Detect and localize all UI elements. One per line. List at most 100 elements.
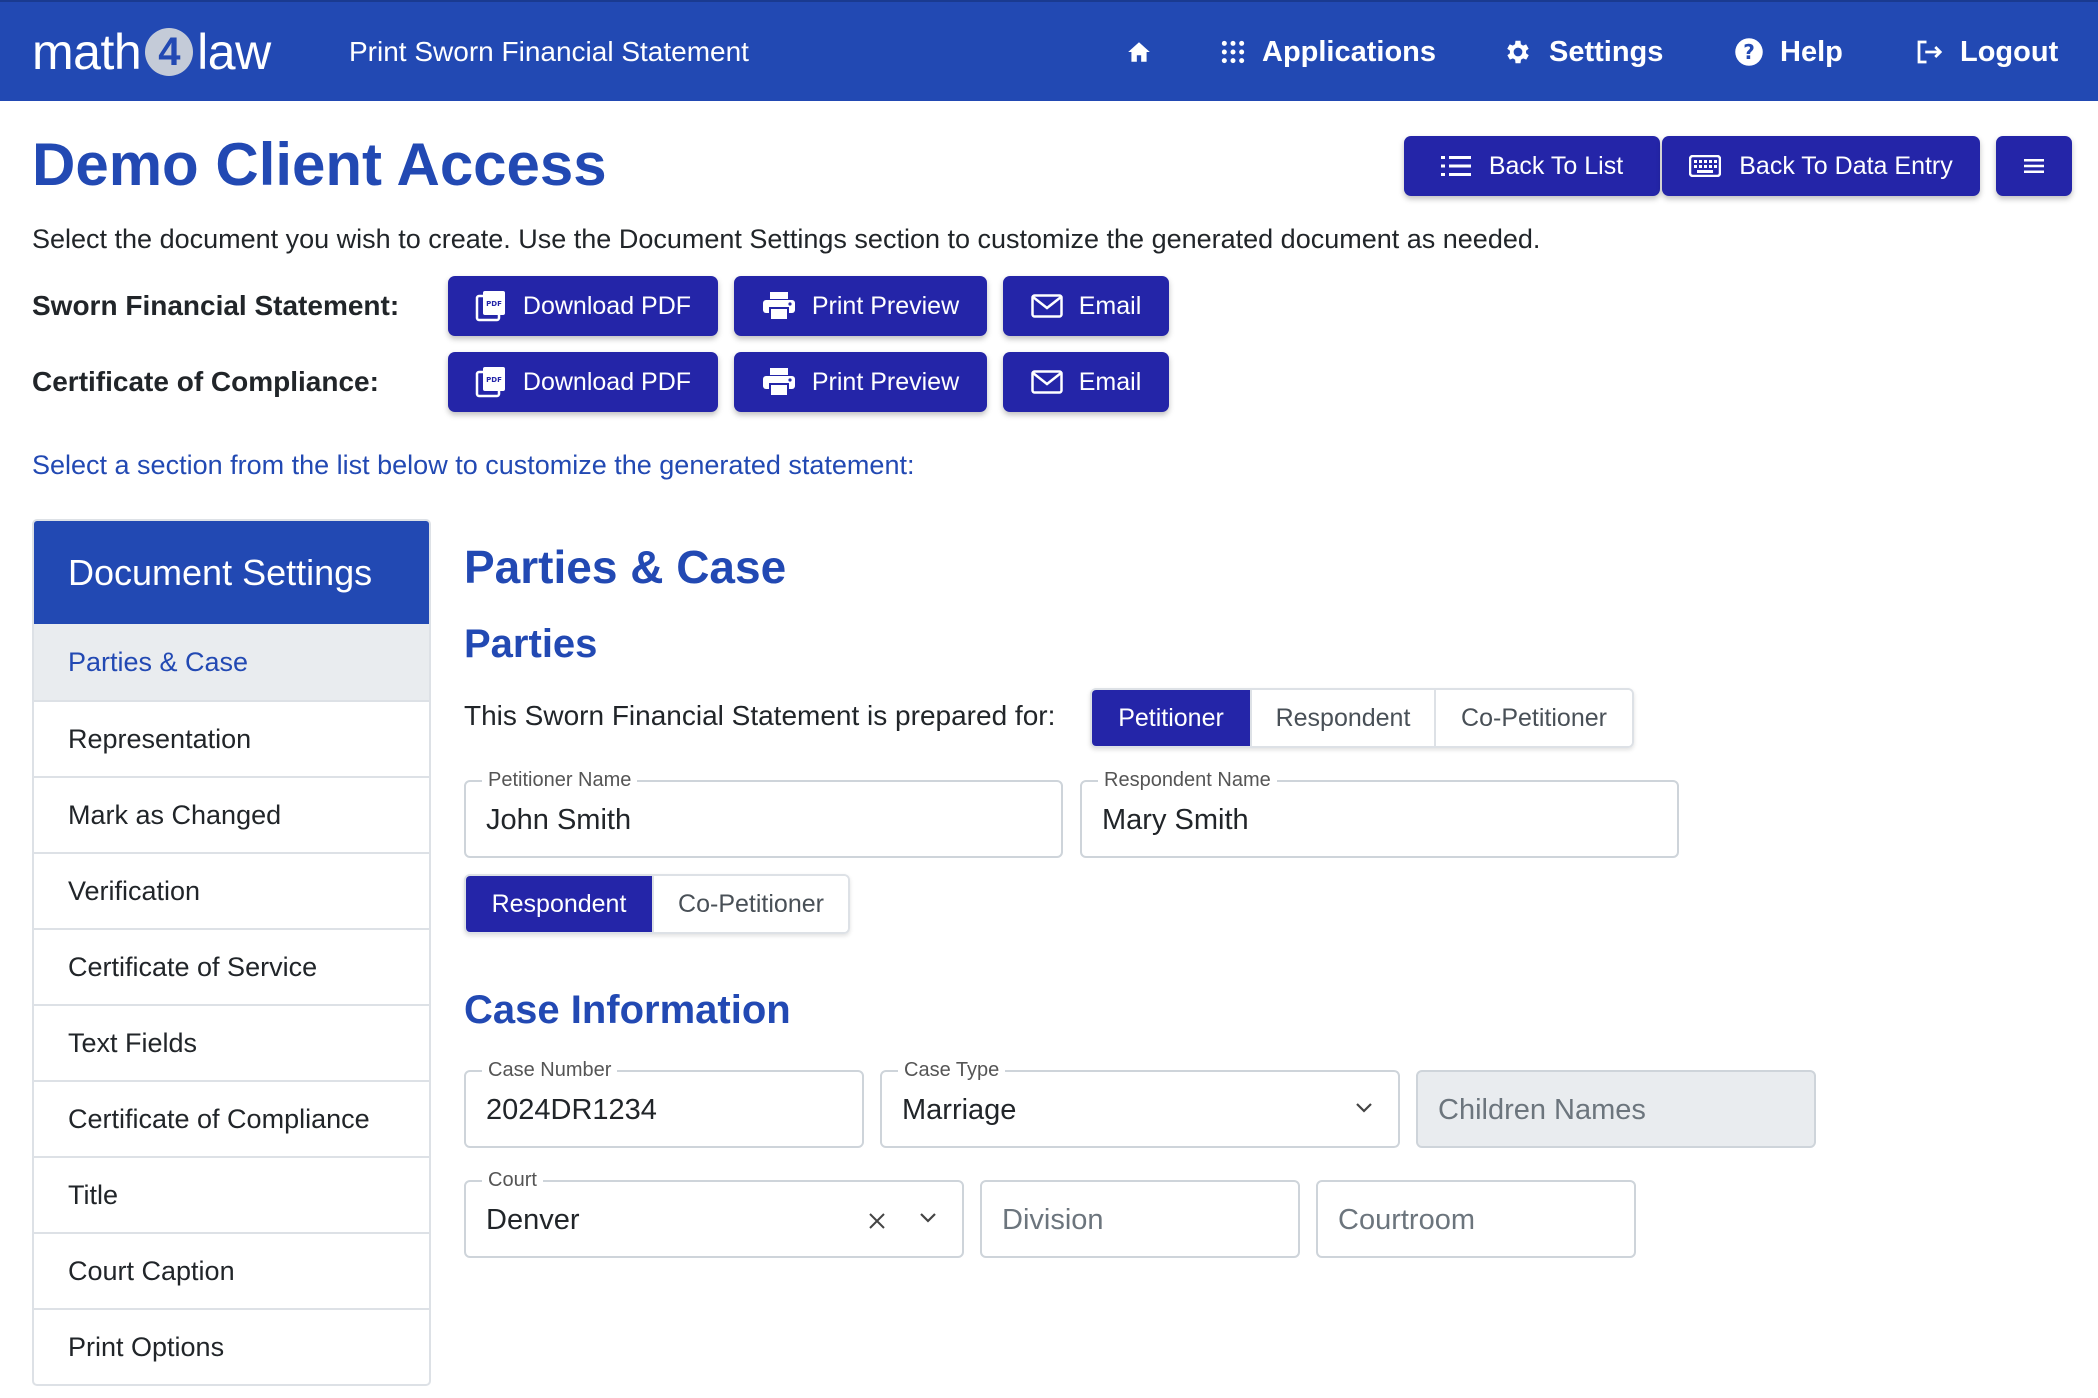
prepared-for-respondent[interactable]: Respondent (1250, 690, 1434, 746)
courtroom-placeholder: Courtroom (1338, 1204, 1475, 1236)
pdf-icon: PDF (475, 291, 505, 322)
section-hint-text: Select a section from the list below to … (32, 450, 915, 480)
sfs-print-preview-button[interactable]: Print Preview (734, 276, 987, 336)
list-icon (1440, 156, 1471, 176)
back-to-data-entry-label: Back To Data Entry (1739, 151, 1953, 180)
respondent-name-value: Mary Smith (1102, 804, 1249, 836)
courtroom-input[interactable]: Courtroom (1316, 1180, 1636, 1258)
prepared-for-petitioner[interactable]: Petitioner (1092, 690, 1250, 746)
logout-icon (1917, 40, 1943, 64)
help-icon: ? (1735, 38, 1763, 66)
petitioner-name-label: Petitioner Name (482, 769, 638, 792)
sidebar-item-verification[interactable]: Verification (34, 852, 429, 928)
case-type-select[interactable]: Case Type Marriage (880, 1059, 1400, 1148)
sworn-financial-statement-label: Sworn Financial Statement: (32, 290, 400, 321)
sidebar-item-representation[interactable]: Representation (34, 700, 429, 776)
printer-icon (762, 368, 795, 397)
back-to-data-entry-button[interactable]: Back To Data Entry (1662, 136, 1980, 196)
nav-logout-label: Logout (1960, 35, 2059, 68)
menu-button[interactable] (1996, 136, 2072, 196)
svg-text:PDF: PDF (486, 376, 502, 384)
sidebar-item-parties-case[interactable]: Parties & Case (34, 624, 429, 700)
logo[interactable]: math 4 law (32, 24, 271, 80)
case-number-value: 2024DR1234 (486, 1094, 657, 1126)
nav-applications[interactable]: Applications (1220, 30, 1436, 74)
children-names-field[interactable]: Children Names (1416, 1070, 1816, 1148)
coc-download-pdf-label: Download PDF (522, 367, 692, 396)
certificate-of-compliance-label: Certificate of Compliance: (32, 366, 379, 397)
other-party-co-petitioner[interactable]: Co-Petitioner (652, 876, 848, 932)
sfs-email-button[interactable]: Email (1003, 276, 1169, 336)
envelope-icon (1030, 294, 1063, 318)
case-number-label: Case Number (482, 1059, 618, 1082)
nav-page-title: Print Sworn Financial Statement (349, 36, 749, 67)
keyboard-icon (1689, 155, 1722, 177)
court-label: Court (482, 1169, 543, 1192)
coc-email-button[interactable]: Email (1003, 352, 1169, 412)
nav-help-label: Help (1780, 35, 1843, 68)
logo-text-law: law (197, 24, 271, 80)
case-type-value: Marriage (902, 1094, 1017, 1126)
logo-four-badge: 4 (145, 28, 194, 76)
pdf-icon: PDF (475, 367, 505, 398)
nav-home[interactable] (1126, 30, 1168, 74)
sidebar-item-certificate-of-compliance[interactable]: Certificate of Compliance (34, 1080, 429, 1156)
sidebar-item-print-options[interactable]: Print Options (34, 1308, 429, 1384)
hamburger-icon (2024, 159, 2044, 173)
nav-logout[interactable]: Logout (1914, 30, 2058, 74)
page-title: Demo Client Access (32, 131, 607, 198)
case-type-label: Case Type (898, 1059, 1006, 1082)
petitioner-name-field[interactable]: Petitioner Name John Smith (464, 769, 1063, 858)
back-to-list-label: Back To List (1488, 151, 1624, 180)
coc-print-preview-button[interactable]: Print Preview (734, 352, 987, 412)
sfs-print-preview-label: Print Preview (811, 291, 960, 320)
prepared-for-label: This Sworn Financial Statement is prepar… (464, 700, 1056, 731)
children-names-placeholder: Children Names (1438, 1094, 1646, 1126)
coc-print-preview-label: Print Preview (811, 367, 960, 396)
home-icon (1128, 42, 1150, 62)
sidebar-item-court-caption[interactable]: Court Caption (34, 1232, 429, 1308)
sfs-email-label: Email (1078, 291, 1142, 320)
envelope-icon (1030, 370, 1063, 394)
petitioner-name-value: John Smith (486, 804, 632, 836)
division-input[interactable]: Division (980, 1180, 1300, 1258)
intro-text: Select the document you wish to create. … (32, 224, 1541, 254)
respondent-name-field[interactable]: Respondent Name Mary Smith (1080, 769, 1679, 858)
chevron-down-icon (920, 1213, 936, 1223)
svg-text:PDF: PDF (486, 300, 502, 308)
chevron-down-icon (1356, 1103, 1372, 1113)
gear-icon (1507, 40, 1529, 64)
parties-heading: Parties (464, 622, 598, 666)
svg-text:?: ? (1743, 40, 1755, 64)
sidebar-item-mark-as-changed[interactable]: Mark as Changed (34, 776, 429, 852)
document-settings-sidebar: Document Settings Parties & Case Represe… (32, 519, 431, 1386)
nav-applications-label: Applications (1262, 35, 1437, 68)
respondent-name-label: Respondent Name (1098, 769, 1277, 792)
sidebar-title: Document Settings (34, 521, 429, 624)
sidebar-item-certificate-of-service[interactable]: Certificate of Service (34, 928, 429, 1004)
top-navbar: math 4 law Print Sworn Financial Stateme… (0, 0, 2098, 101)
logo-text-math: math (32, 24, 142, 80)
prepared-for-co-petitioner[interactable]: Co-Petitioner (1434, 690, 1632, 746)
court-value: Denver (486, 1204, 580, 1236)
other-party-toggle: Respondent Co-Petitioner (464, 874, 850, 934)
back-to-list-button[interactable]: Back To List (1404, 136, 1660, 196)
prepared-for-toggle: Petitioner Respondent Co-Petitioner (1090, 688, 1634, 748)
sfs-download-pdf-button[interactable]: PDF Download PDF (448, 276, 718, 336)
case-number-field[interactable]: Case Number 2024DR1234 (464, 1059, 864, 1148)
sidebar-item-title[interactable]: Title (34, 1156, 429, 1232)
nav-help[interactable]: ? Help (1734, 30, 1843, 74)
coc-email-label: Email (1078, 367, 1142, 396)
case-information-heading: Case Information (464, 988, 791, 1032)
division-placeholder: Division (1002, 1204, 1104, 1236)
clear-icon[interactable] (868, 1212, 886, 1230)
sfs-download-pdf-label: Download PDF (522, 291, 692, 320)
court-select[interactable]: Court Denver (464, 1169, 964, 1258)
sidebar-item-text-fields[interactable]: Text Fields (34, 1004, 429, 1080)
nav-settings-label: Settings (1549, 35, 1664, 68)
coc-download-pdf-button[interactable]: PDF Download PDF (448, 352, 718, 412)
printer-icon (762, 292, 795, 321)
grid-icon (1221, 40, 1245, 64)
nav-settings[interactable]: Settings (1503, 30, 1663, 74)
other-party-respondent[interactable]: Respondent (466, 876, 652, 932)
